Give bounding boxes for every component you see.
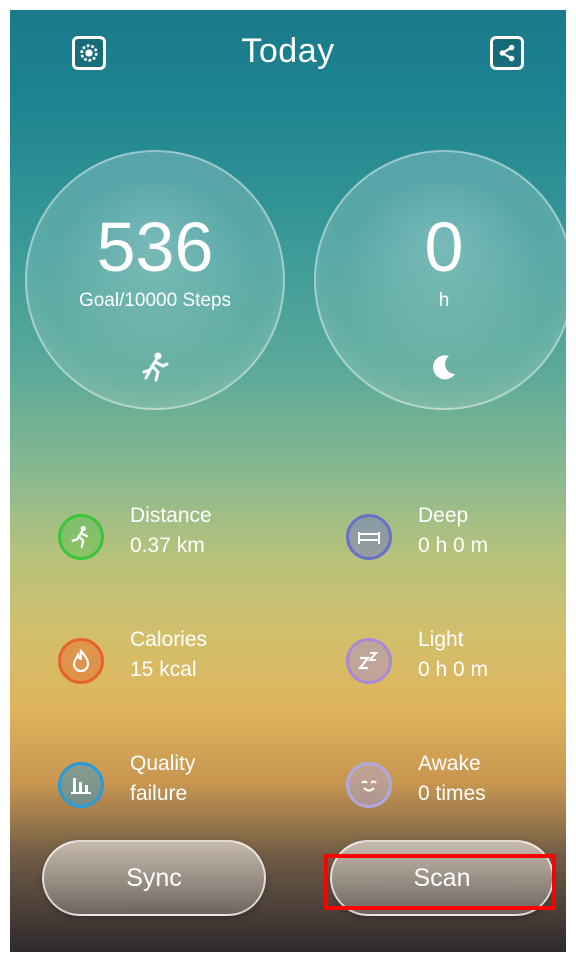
light-sleep-stat: Light 0 h 0 m (346, 628, 566, 698)
page-title: Today (241, 32, 335, 70)
distance-stat: Distance 0.37 km (58, 504, 288, 574)
quality-value: failure (130, 782, 188, 805)
deep-icon-circle (346, 514, 392, 560)
steps-count: 536 (96, 208, 214, 286)
light-icon-circle (346, 638, 392, 684)
deep-label: Deep (418, 504, 469, 527)
calories-stat: Calories 15 kcal (58, 628, 288, 698)
light-value: 0 h 0 m (418, 658, 489, 681)
running-icon (71, 525, 89, 549)
flame-icon (72, 648, 90, 673)
deep-sleep-stat: Deep 0 h 0 m (346, 504, 566, 574)
distance-value: 0.37 km (130, 534, 205, 557)
distance-icon-circle (58, 514, 104, 560)
sleep-unit: h (438, 290, 450, 311)
quality-label: Quality (130, 752, 196, 775)
distance-label: Distance (130, 504, 212, 527)
header: Today (10, 10, 566, 100)
scan-button[interactable]: Scan (330, 840, 554, 916)
steps-goal-label: Goal/10000 Steps (78, 290, 232, 311)
bed-icon (358, 532, 380, 544)
calories-value: 15 kcal (130, 658, 197, 681)
deep-value: 0 h 0 m (418, 534, 489, 557)
bar-chart-icon (71, 778, 91, 794)
light-label: Light (418, 628, 464, 651)
quality-icon-circle (58, 762, 104, 808)
awake-stat: Awake 0 times (346, 752, 566, 822)
moon-icon (433, 355, 455, 380)
zz-icon (357, 652, 379, 670)
smile-icon (361, 780, 377, 792)
awake-value: 0 times (418, 782, 486, 805)
sleep-hours: 0 (424, 208, 464, 286)
share-icon (499, 44, 515, 62)
running-icon (142, 352, 169, 382)
sleep-bubble[interactable]: 0 h (314, 150, 566, 410)
share-button[interactable] (490, 36, 524, 70)
calories-label: Calories (130, 628, 208, 651)
calories-icon-circle (58, 638, 104, 684)
awake-label: Awake (418, 752, 481, 775)
steps-bubble[interactable]: 536 Goal/10000 Steps (25, 150, 285, 410)
app-screen: Today 536 Goal/10000 Steps 0 h Distance … (10, 10, 566, 952)
sync-button[interactable]: Sync (42, 840, 266, 916)
quality-stat: Quality failure (58, 752, 288, 822)
awake-icon-circle (346, 762, 392, 808)
